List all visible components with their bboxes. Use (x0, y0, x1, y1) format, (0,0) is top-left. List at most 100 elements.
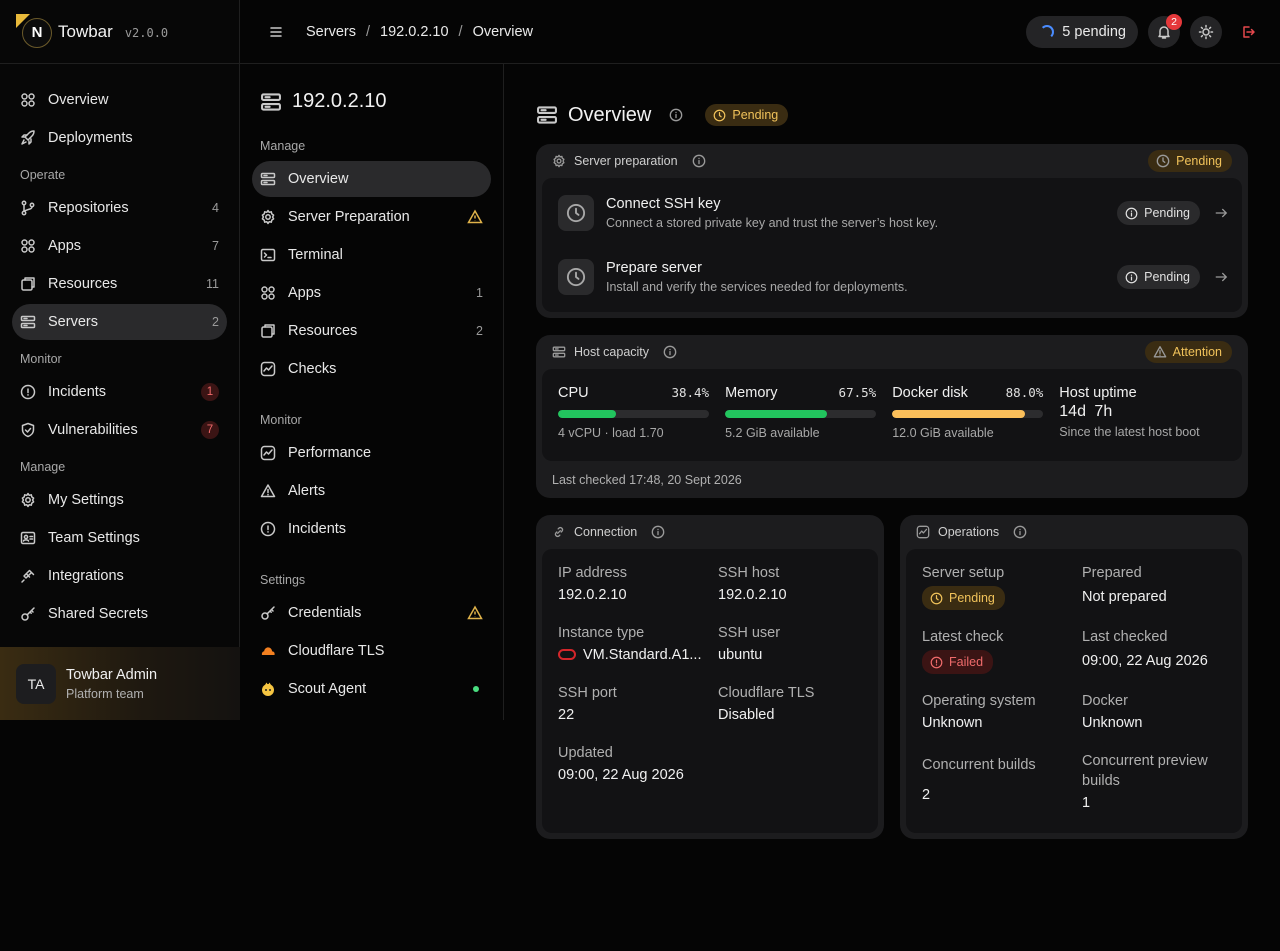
subnav-item-label: Terminal (288, 247, 343, 263)
sidebar-item-overview[interactable]: Overview (12, 82, 227, 118)
pending-jobs-button[interactable]: 5 pending (1026, 16, 1138, 48)
info-icon[interactable] (669, 108, 683, 122)
sidebar-item-count: 11 (206, 277, 219, 291)
field-value: 2 (922, 787, 931, 803)
field-value: 09:00, 22 Aug 2026 (1082, 653, 1208, 669)
subnav-item-overview[interactable]: Overview (252, 161, 491, 197)
last-checked-text: Last checked 17:48, 20 Sept 2026 (552, 473, 742, 487)
terminal-icon (260, 248, 276, 262)
pulse-icon (260, 361, 276, 377)
field-value: VM.Standard.A1... (583, 647, 702, 663)
subnav-item-scout-agent[interactable]: Scout Agent (252, 671, 491, 707)
field-label: SSH user (718, 625, 781, 641)
info-icon[interactable] (692, 154, 706, 168)
clock-icon (566, 203, 586, 223)
field-label: Cloudflare TLS (718, 685, 815, 701)
operating-system-field: Operating system Unknown (922, 693, 1082, 757)
clock-icon (1156, 154, 1170, 168)
brand-version: v2.0.0 (124, 26, 169, 40)
field-label: Instance type (558, 625, 645, 641)
card-title: Server preparation (574, 154, 678, 168)
sidebar-item-label: My Settings (48, 492, 124, 508)
alert-circle-icon (930, 656, 943, 668)
sidebar-item-count: 7 (212, 239, 219, 253)
updated-field: Updated 09:00, 22 Aug 2026 (558, 745, 718, 805)
menu-icon[interactable] (268, 24, 284, 40)
sidebar-item-servers[interactable]: Servers 2 (12, 304, 227, 340)
sidebar-item-deployments[interactable]: Deployments (12, 120, 227, 156)
server-preparation-card: Server preparation Pending Connect SSH k… (536, 144, 1248, 318)
subnav-group-manage: Manage (260, 139, 306, 153)
step-icon-box (558, 195, 594, 231)
card-header: Operations (906, 515, 1242, 549)
server-icon (20, 315, 36, 329)
card-title: Host capacity (574, 345, 650, 359)
oracle-icon (558, 649, 576, 660)
metric-percent: 38.4% (671, 385, 710, 400)
gear-icon (261, 209, 275, 225)
clock-icon (566, 267, 586, 287)
sidebar-item-integrations[interactable]: Integrations (12, 558, 227, 594)
notifications-button[interactable]: 2 (1148, 14, 1182, 48)
theme-toggle-button[interactable] (1190, 16, 1222, 48)
subnav-item-performance[interactable]: Performance (252, 435, 491, 471)
step-description: Connect a stored private key and trust t… (606, 216, 939, 230)
sidebar-item-my-settings[interactable]: My Settings (12, 482, 227, 518)
subnav-item-alerts[interactable]: Alerts (252, 473, 491, 509)
field-value: ubuntu (718, 647, 763, 663)
grid-icon (261, 286, 275, 300)
breadcrumb-servers[interactable]: Servers (306, 24, 356, 40)
field-value: 1 (1082, 795, 1091, 811)
arrow-right-icon[interactable] (1214, 270, 1228, 284)
link-icon (554, 527, 564, 537)
breadcrumb-current: Overview (472, 23, 534, 40)
docker-field: Docker Unknown (1082, 693, 1232, 757)
shield-icon (21, 422, 35, 438)
concurrent-builds-field: Concurrent builds 2 (922, 757, 1082, 817)
warning-icon (467, 605, 483, 620)
sidebar-item-apps[interactable]: Apps 7 (12, 228, 227, 264)
info-icon[interactable] (663, 345, 677, 359)
brand[interactable]: N Towbar v2.0.0 (0, 0, 239, 64)
subnav-item-terminal[interactable]: Terminal (252, 237, 491, 273)
sidebar-item-count: 4 (212, 201, 219, 215)
uptime-value: 14d 7h (1059, 403, 1113, 420)
logout-button[interactable] (1232, 16, 1264, 48)
info-icon[interactable] (651, 525, 665, 539)
subnav-item-apps[interactable]: Apps 1 (252, 275, 491, 311)
subnav-item-label: Scout Agent (288, 681, 367, 697)
subnav-item-resources[interactable]: Resources 2 (252, 313, 491, 349)
sidebar-item-repositories[interactable]: Repositories 4 (12, 190, 227, 226)
field-value: 192.0.2.10 (718, 587, 787, 603)
arrow-right-icon[interactable] (1214, 206, 1228, 220)
metric-bar-fill (558, 410, 617, 418)
user-profile[interactable]: TA Towbar Admin Platform team (0, 647, 240, 720)
subnav-item-server-preparation[interactable]: Server Preparation (252, 199, 491, 235)
prep-step-connect-ssh-key[interactable]: Connect SSH key Connect a stored private… (542, 181, 1242, 245)
prep-step-prepare-server[interactable]: Prepare server Install and verify the se… (542, 245, 1242, 309)
pulse-icon (260, 445, 276, 461)
sidebar-item-shared-secrets[interactable]: Shared Secrets (12, 596, 227, 632)
subnav-item-label: Apps (288, 285, 322, 301)
subnav-item-checks[interactable]: Checks (252, 351, 491, 387)
sidebar-item-incidents[interactable]: Incidents 1 (12, 374, 227, 410)
sidebar-group-operate: Operate (20, 168, 66, 182)
sidebar-item-team-settings[interactable]: Team Settings (12, 520, 227, 556)
subnav-item-credentials[interactable]: Credentials (252, 595, 491, 631)
subnav-item-label: Checks (288, 361, 337, 377)
card-title: Operations (938, 525, 1000, 539)
info-icon[interactable] (1013, 525, 1027, 539)
last-checked-field: Last checked 09:00, 22 Aug 2026 (1082, 629, 1232, 693)
sidebar-item-vulnerabilities[interactable]: Vulnerabilities 7 (12, 412, 227, 448)
server-icon (260, 172, 276, 186)
subnav-item-count: 1 (476, 286, 483, 300)
docker-disk-metric: Docker disk 88.0% 12.0 GiB available (892, 385, 1059, 461)
breadcrumb-server[interactable]: 192.0.2.10 (380, 24, 449, 40)
sidebar-item-label: Deployments (48, 130, 133, 146)
sidebar-item-label: Resources (48, 276, 118, 292)
notifications-badge: 2 (1166, 14, 1182, 30)
sidebar-item-resources[interactable]: Resources 11 (12, 266, 227, 302)
subnav-item-incidents[interactable]: Incidents (252, 511, 491, 547)
field-label: Prepared (1082, 565, 1142, 581)
subnav-item-cloudflare-tls[interactable]: Cloudflare TLS (252, 633, 491, 669)
